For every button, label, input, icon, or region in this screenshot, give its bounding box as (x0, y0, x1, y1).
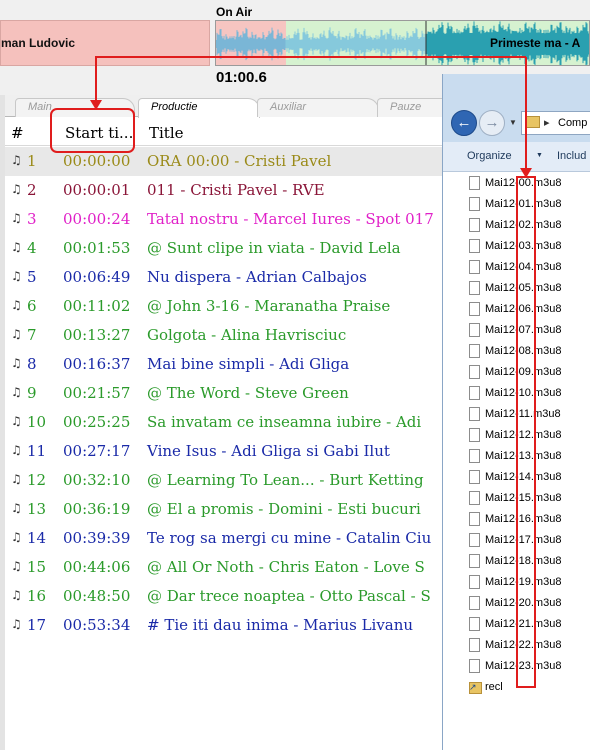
arrow-down-head (520, 168, 532, 178)
arrow-left-line (95, 56, 526, 106)
annotation-arrows (90, 56, 532, 178)
arrow-left-head (90, 100, 102, 110)
